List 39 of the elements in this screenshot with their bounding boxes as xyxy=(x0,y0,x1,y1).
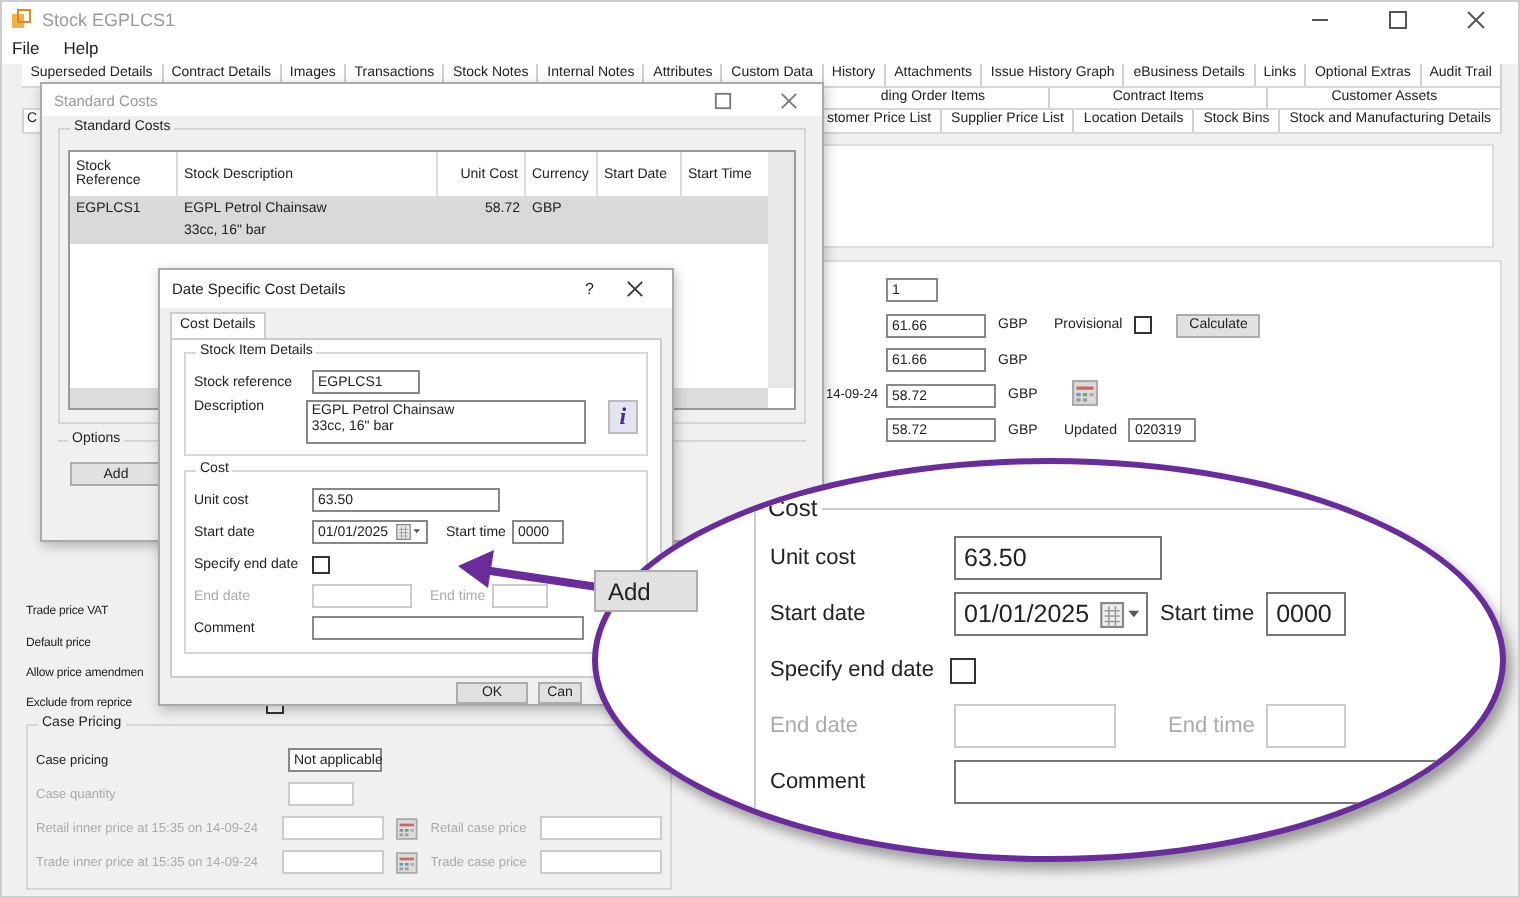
calendar-dropdown-icon[interactable] xyxy=(396,524,422,540)
date-picker[interactable]: 01/01/2025 xyxy=(954,592,1148,636)
field-label: Specify end date xyxy=(770,658,936,682)
checkbox[interactable] xyxy=(1134,316,1153,335)
input-field[interactable] xyxy=(1266,704,1347,748)
maximize-icon[interactable] xyxy=(1388,9,1408,29)
input-field[interactable] xyxy=(540,816,662,840)
menu-item[interactable]: File xyxy=(12,38,40,62)
input-field[interactable]: 0000 xyxy=(1266,592,1347,636)
field-label: Unit cost xyxy=(770,546,858,570)
field-label: End time xyxy=(1168,714,1255,738)
maximize-icon[interactable] xyxy=(714,91,732,109)
close-icon[interactable] xyxy=(1466,9,1486,29)
field-label: Comment xyxy=(770,770,868,794)
checkbox[interactable] xyxy=(312,555,330,573)
input-field[interactable] xyxy=(282,850,385,874)
magnified-add-button[interactable]: Add xyxy=(594,570,698,612)
calendar-icon[interactable] xyxy=(396,817,419,839)
window-title: Stock EGPLCS1 xyxy=(42,9,176,29)
vertical-scrollbar[interactable] xyxy=(768,152,794,388)
calendar-dropdown-icon[interactable] xyxy=(1100,601,1142,627)
checkbox[interactable] xyxy=(950,657,976,683)
menu-item[interactable]: Help xyxy=(63,38,99,62)
input-field[interactable] xyxy=(491,584,548,608)
field-label: Start time xyxy=(1160,602,1255,626)
calendar-icon[interactable] xyxy=(396,851,419,873)
input-field[interactable]: 63.50 xyxy=(954,536,1162,580)
help-button[interactable]: ? xyxy=(585,280,594,298)
comment-field[interactable] xyxy=(312,616,584,640)
app-icon xyxy=(10,8,32,30)
input-field[interactable] xyxy=(954,704,1116,748)
field-label: End date xyxy=(770,714,861,738)
close-icon[interactable] xyxy=(626,280,644,298)
info-button[interactable]: i xyxy=(607,400,638,434)
calendar-icon[interactable] xyxy=(1072,380,1098,407)
input-field[interactable] xyxy=(540,850,662,874)
field-label: Start date xyxy=(770,602,868,626)
input-field[interactable] xyxy=(312,584,412,608)
input-field[interactable] xyxy=(282,816,385,840)
